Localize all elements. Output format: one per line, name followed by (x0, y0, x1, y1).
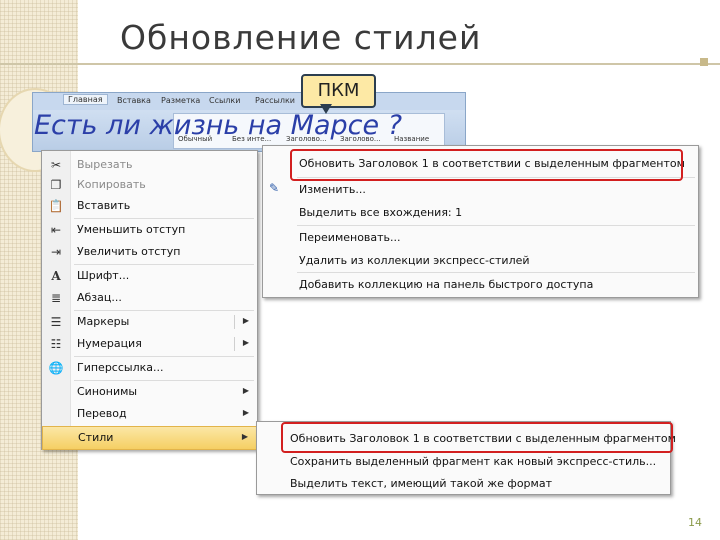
callout-right-click: ПКМ (301, 74, 376, 108)
ribbon-tabs: Главная Вставка Разметка Ссылки Рассылки (33, 93, 465, 110)
chevron-right-icon: ▶ (241, 432, 248, 441)
submenu-divider (234, 337, 235, 351)
menu-item-decrease-indent[interactable]: ⇤ Уменьшить отступ (42, 219, 257, 241)
highlight-frame-top (290, 149, 683, 181)
overlay-heading-text: Есть ли жизнь на Марсе ? (34, 110, 403, 141)
ribbon-tab-layout[interactable]: Разметка (161, 96, 200, 105)
paragraph-icon: ≣ (50, 291, 62, 305)
chevron-right-icon: ▶ (242, 338, 249, 347)
submenu-item-select-similar-text[interactable]: Выделить текст, имеющий такой же формат (257, 472, 670, 494)
numbering-icon: ☷ (50, 337, 62, 351)
menu-item-bullets[interactable]: ☰ Маркеры ▶ (42, 311, 257, 333)
submenu-item-modify[interactable]: ✎ Изменить... (263, 178, 698, 200)
menu-item-paragraph[interactable]: ≣ Абзац... (42, 287, 257, 309)
chevron-right-icon: ▶ (242, 386, 249, 395)
menu-item-paste[interactable]: 📋 Вставить (42, 195, 257, 217)
submenu-item-add-to-quick-access[interactable]: Добавить коллекцию на панель быстрого до… (263, 273, 698, 295)
menu-item-numbering[interactable]: ☷ Нумерация ▶ (42, 333, 257, 355)
menu-item-increase-indent[interactable]: ⇥ Увеличить отступ (42, 241, 257, 263)
menu-item-styles[interactable]: Стили ▶ (42, 426, 257, 450)
context-menu: ✂ Вырезать ❐ Копировать 📋 Вставить ⇤ Уме… (41, 150, 258, 450)
chevron-right-icon: ▶ (242, 408, 249, 417)
menu-item-copy[interactable]: ❐ Копировать (42, 174, 257, 196)
menu-item-cut[interactable]: ✂ Вырезать (42, 154, 257, 176)
hyperlink-icon: 🌐 (48, 361, 64, 375)
ribbon-tab-references[interactable]: Ссылки (209, 96, 240, 105)
callout-tail (320, 104, 332, 114)
font-icon: A (51, 269, 61, 283)
highlight-frame-bottom (281, 422, 673, 453)
menu-item-translate[interactable]: Перевод ▶ (42, 403, 257, 425)
page-number: 14 (688, 516, 702, 529)
bullets-icon: ☰ (50, 315, 62, 329)
scissors-icon: ✂ (50, 158, 62, 172)
copy-icon: ❐ (50, 178, 62, 192)
modify-style-icon: ✎ (269, 181, 280, 195)
title-divider-marker (700, 58, 708, 66)
title-divider (0, 63, 720, 65)
ribbon-tab-mailings[interactable]: Рассылки (255, 96, 295, 105)
submenu-item-rename[interactable]: Переименовать... (263, 226, 698, 248)
submenu-item-remove-from-gallery[interactable]: Удалить из коллекции экспресс-стилей (263, 249, 698, 271)
increase-indent-icon: ⇥ (50, 245, 62, 259)
ribbon-tab-insert[interactable]: Вставка (117, 96, 151, 105)
menu-item-font[interactable]: A Шрифт... (42, 265, 257, 287)
submenu-item-save-as-quick-style[interactable]: Сохранить выделенный фрагмент как новый … (257, 450, 670, 472)
decrease-indent-icon: ⇤ (50, 223, 62, 237)
slide-title: Обновление стилей (120, 18, 482, 57)
chevron-right-icon: ▶ (242, 316, 249, 325)
submenu-divider (234, 315, 235, 329)
menu-item-hyperlink[interactable]: 🌐 Гиперссылка... (42, 357, 257, 379)
paste-icon: 📋 (48, 199, 64, 213)
submenu-item-select-all-instances[interactable]: Выделить все вхождения: 1 (263, 201, 698, 223)
ribbon-tab-home[interactable]: Главная (63, 94, 108, 105)
menu-item-synonyms[interactable]: Синонимы ▶ (42, 381, 257, 403)
